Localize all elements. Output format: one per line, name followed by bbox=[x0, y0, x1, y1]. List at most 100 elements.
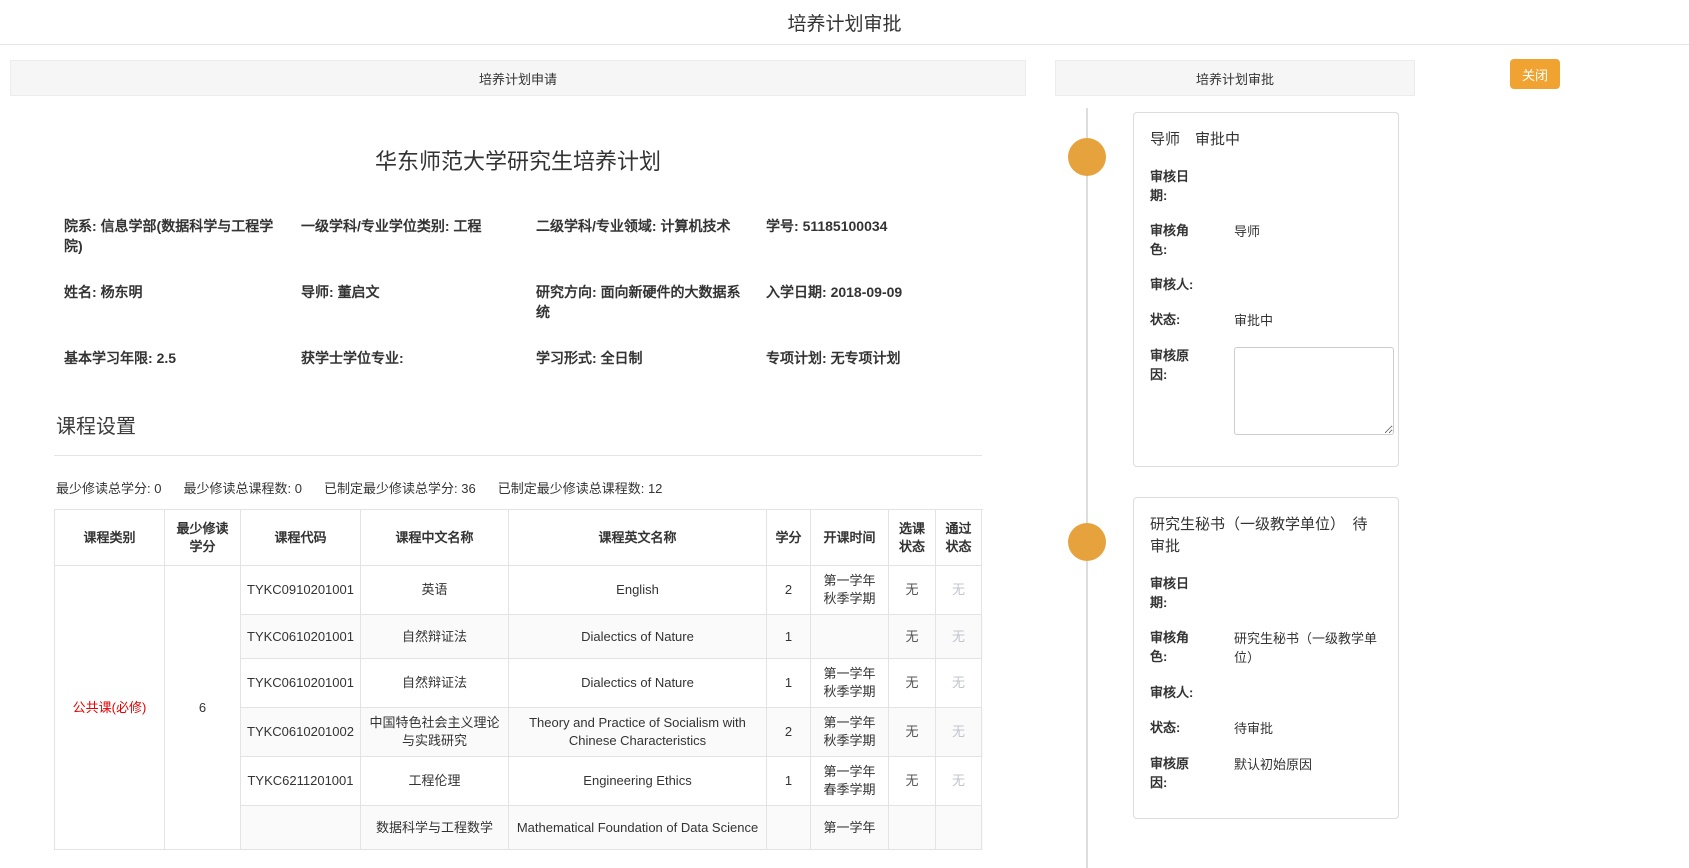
course-cn-name-cell: 中国特色社会主义理论与实践研究 bbox=[361, 708, 509, 757]
info-value: 杨东明 bbox=[101, 284, 143, 300]
course-table-header-cell: 开课时间 bbox=[811, 510, 889, 566]
stat-label: 已制定最少修读总学分: bbox=[324, 481, 458, 496]
course-table-header: 课程类别 最少修读 学分 课程代码 课程中文名称 课程英文名称 学分 开课时间 … bbox=[55, 510, 983, 566]
application-panel-header: 培养计划申请 bbox=[10, 60, 1026, 96]
approval-panel-title: 培养计划审批 bbox=[1196, 69, 1274, 88]
pass-status-cell: 无 bbox=[936, 757, 982, 806]
info-value: 无专项计划 bbox=[831, 350, 901, 366]
page-title: 培养计划审批 bbox=[787, 9, 901, 36]
approval-panel-header: 培养计划审批 bbox=[1055, 60, 1415, 96]
course-row: TYKC0610201002 中国特色社会主义理论与实践研究 Theory an… bbox=[241, 708, 983, 757]
course-cn-name-cell: 自然辩证法 bbox=[361, 659, 509, 708]
approval-field-value bbox=[1234, 574, 1382, 612]
course-en-name-cell: Theory and Practice of Socialism with Ch… bbox=[509, 708, 767, 757]
approval-field: 审核人: bbox=[1150, 275, 1382, 294]
close-button[interactable]: 关闭 bbox=[1510, 59, 1560, 89]
course-cn-name-cell: 自然辩证法 bbox=[361, 615, 509, 659]
info-item: 一级学科/专业学位类别: 工程 bbox=[301, 216, 536, 256]
info-label: 专项计划: bbox=[766, 350, 827, 366]
student-info-grid: 院系: 信息学部(数据科学与工程学院) 一级学科/专业学位类别: 工程 二级学科… bbox=[54, 216, 982, 368]
stat-item: 已制定最少修读总学分: 36 bbox=[324, 478, 476, 497]
approval-field-value bbox=[1234, 167, 1382, 205]
info-item: 基本学习年限: 2.5 bbox=[64, 348, 301, 368]
course-credits-cell: 2 bbox=[767, 566, 811, 615]
info-item: 姓名: 杨东明 bbox=[64, 282, 301, 322]
info-label: 学号: bbox=[766, 218, 799, 234]
stat-value: 12 bbox=[648, 481, 662, 496]
approval-field: 审核日期: bbox=[1150, 167, 1382, 205]
info-label: 研究方向: bbox=[536, 284, 597, 300]
info-label: 姓名: bbox=[64, 284, 97, 300]
approval-field-label: 状态: bbox=[1150, 718, 1198, 738]
course-cn-name-cell: 英语 bbox=[361, 566, 509, 615]
approval-field: 审核日期: bbox=[1150, 574, 1382, 612]
stat-label: 最少修读总课程数: bbox=[183, 481, 291, 496]
approval-field-label: 审核角色: bbox=[1150, 628, 1198, 667]
course-row: 数据科学与工程数学 Mathematical Foundation of Dat… bbox=[241, 806, 983, 850]
approval-card-title: 导师 审批中 bbox=[1150, 129, 1382, 151]
course-cn-name-cell: 工程伦理 bbox=[361, 757, 509, 806]
approval-step: 研究生秘书（一级教学单位） 待审批 审核日期: bbox=[1055, 497, 1415, 819]
approval-field-text: 审批中 bbox=[1234, 313, 1273, 328]
info-item: 学号: 51185100034 bbox=[766, 216, 982, 256]
course-code-cell: TYKC0910201001 bbox=[241, 566, 361, 615]
stat-value: 0 bbox=[154, 481, 161, 496]
info-label: 院系: bbox=[64, 218, 97, 234]
course-section-title: 课程设置 bbox=[54, 394, 982, 456]
info-label: 二级学科/专业领域: bbox=[536, 218, 657, 234]
course-code-cell: TYKC0610201002 bbox=[241, 708, 361, 757]
approval-fields: 审核日期: 审核角色: 导师 bbox=[1150, 167, 1382, 440]
course-code-cell bbox=[241, 806, 361, 850]
stat-label: 最少修读总学分: bbox=[56, 481, 151, 496]
review-reason-textarea[interactable] bbox=[1234, 347, 1394, 435]
course-code-cell: TYKC6211201001 bbox=[241, 757, 361, 806]
info-item: 导师: 董启文 bbox=[301, 282, 536, 322]
approval-field-value: 待审批 bbox=[1234, 718, 1382, 738]
course-table-header-cell: 课程中文名称 bbox=[361, 510, 509, 566]
course-row: TYKC0610201001 自然辩证法 Dialectics of Natur… bbox=[241, 659, 983, 708]
info-value: 计算机技术 bbox=[660, 218, 730, 234]
approval-field-text: 导师 bbox=[1234, 224, 1260, 239]
info-value: 2018-09-09 bbox=[831, 284, 903, 300]
approval-field-label: 审核日期: bbox=[1150, 574, 1198, 612]
course-en-name-cell: Engineering Ethics bbox=[509, 757, 767, 806]
info-label: 基本学习年限: bbox=[64, 350, 153, 366]
course-table-header-cell: 选课 状态 bbox=[889, 510, 936, 566]
approval-field-label: 审核人: bbox=[1150, 683, 1198, 702]
pass-status-cell: 无 bbox=[936, 659, 982, 708]
course-time-cell: 第一学年 秋季学期 bbox=[811, 708, 889, 757]
course-rows: TYKC0910201001 英语 English 2 第一学年 秋季学期 无 … bbox=[241, 566, 983, 850]
course-code-cell: TYKC0610201001 bbox=[241, 615, 361, 659]
application-content: 华东师范大学研究生培养计划 院系: 信息学部(数据科学与工程学院) 一级学科/专… bbox=[10, 144, 1026, 850]
info-item: 二级学科/专业领域: 计算机技术 bbox=[536, 216, 766, 256]
application-panel-title: 培养计划申请 bbox=[479, 69, 557, 88]
info-item: 研究方向: 面向新硬件的大数据系统 bbox=[536, 282, 766, 322]
info-item: 学习形式: 全日制 bbox=[536, 348, 766, 368]
approval-step: 导师 审批中 审核日期: bbox=[1055, 112, 1415, 467]
timeline-node-icon bbox=[1068, 523, 1106, 561]
course-time-cell: 第一学年 秋季学期 bbox=[811, 566, 889, 615]
approval-field-value bbox=[1234, 275, 1382, 294]
course-table-header-cell: 最少修读 学分 bbox=[165, 510, 241, 566]
approval-field-value: 导师 bbox=[1234, 221, 1382, 259]
select-status-cell bbox=[889, 806, 936, 850]
course-credits-cell: 1 bbox=[767, 659, 811, 708]
approval-fields: 审核日期: 审核角色: 研究 bbox=[1150, 574, 1382, 792]
approval-field-value bbox=[1234, 346, 1394, 440]
credit-stats: 最少修读总学分: 0 最少修读总课程数: 0 已制定最少修读总学分: 36 已制… bbox=[54, 478, 982, 497]
info-item: 院系: 信息学部(数据科学与工程学院) bbox=[64, 216, 301, 256]
course-en-name-cell: Dialectics of Nature bbox=[509, 615, 767, 659]
plan-title: 华东师范大学研究生培养计划 bbox=[54, 144, 982, 176]
approval-field-value: 默认初始原因 bbox=[1234, 754, 1382, 792]
approval-field: 状态: 审批中 bbox=[1150, 310, 1382, 330]
info-item: 专项计划: 无专项计划 bbox=[766, 348, 982, 368]
info-value: 51185100034 bbox=[803, 218, 888, 234]
select-status-cell: 无 bbox=[889, 566, 936, 615]
pass-status-cell: 无 bbox=[936, 615, 982, 659]
approval-field: 审核人: bbox=[1150, 683, 1382, 702]
pass-status-cell: 无 bbox=[936, 708, 982, 757]
course-table-header-cell: 学分 bbox=[767, 510, 811, 566]
approval-field-text: 研究生秘书（一级教学单位） bbox=[1234, 631, 1377, 665]
approval-field-value: 研究生秘书（一级教学单位） bbox=[1234, 628, 1382, 667]
approval-field-value bbox=[1234, 683, 1382, 702]
